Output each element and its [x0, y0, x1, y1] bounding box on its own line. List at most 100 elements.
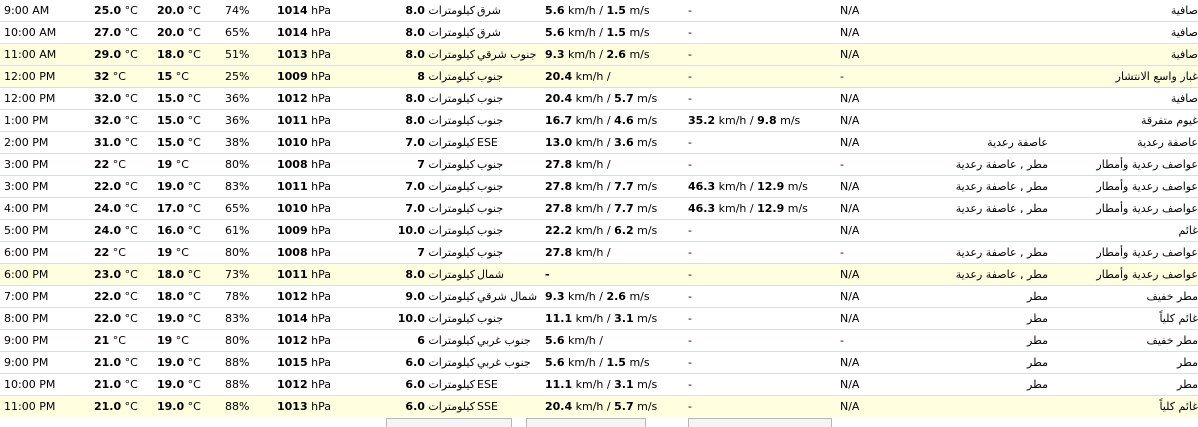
humidity-cell: 73% — [225, 264, 277, 286]
visibility-cell: كيلومترات 8.0 — [367, 0, 475, 22]
wind-speed-cell: 20.4 km/h / 5.7 m/s — [545, 88, 688, 110]
precipitation-cell: N/A — [840, 352, 893, 374]
wind-speed-cell: 27.8 km/h / 7.7 m/s — [545, 176, 688, 198]
humidity-cell: 80% — [225, 330, 277, 352]
humidity-value: 36% — [225, 114, 249, 127]
wind-direction-cell: SSE — [475, 396, 545, 418]
footer-button-1[interactable] — [386, 418, 512, 427]
wind-speed-value: 27.8 — [545, 180, 572, 193]
events-cell — [893, 88, 1048, 110]
footer-button-3[interactable] — [688, 418, 832, 427]
table-row: 3:00 PM22 °C19 °C80%1008 hPaكيلومترات 7ج… — [0, 154, 1198, 176]
wind-speed-ms-value: 5.7 — [614, 92, 634, 105]
footer-button-2[interactable] — [526, 418, 646, 427]
wind-speed-value: 16.7 — [545, 114, 572, 127]
pressure-value: 1012 — [277, 92, 308, 105]
visibility-unit: كيلومترات — [425, 92, 475, 105]
visibility-unit: كيلومترات — [425, 224, 475, 237]
conditions-value: صافية — [1171, 48, 1198, 61]
wind-speed-ms-value: 2.6 — [606, 48, 626, 61]
visibility-unit: كيلومترات — [425, 268, 475, 281]
table-row: 6:00 PM23.0 °C18.0 °C73%1011 hPaكيلومترا… — [0, 264, 1198, 286]
precipitation-cell: N/A — [840, 22, 893, 44]
dew-point-cell: 18.0 °C — [157, 286, 225, 308]
dew-point-cell: 19.0 °C — [157, 308, 225, 330]
table-row: 3:00 PM22.0 °C19.0 °C83%1011 hPaكيلومترا… — [0, 176, 1198, 198]
conditions-cell: عواصف رعدية وأمطار — [1048, 242, 1198, 264]
wind-speed-unit: km/h / — [572, 312, 614, 325]
precipitation-cell: N/A — [840, 374, 893, 396]
temperature-cell: 32 °C — [94, 66, 157, 88]
precipitation-cell: N/A — [840, 220, 893, 242]
temperature-value: 22 — [94, 158, 109, 171]
temperature-value: 32.0 — [94, 92, 121, 105]
temperature-unit: °C — [121, 92, 138, 105]
events-cell: مطر — [893, 308, 1048, 330]
weather-history-table: 9:00 AM25.0 °C20.0 °C74%1014 hPaكيلومترا… — [0, 0, 1198, 417]
dew-point-unit: °C — [184, 180, 201, 193]
temperature-cell: 25.0 °C — [94, 0, 157, 22]
temperature-unit: °C — [121, 114, 138, 127]
temperature-value: 29.0 — [94, 48, 121, 61]
temperature-unit: °C — [121, 136, 138, 149]
visibility-cell: كيلومترات 6.0 — [367, 352, 475, 374]
gust-speed-placeholder: - — [688, 312, 692, 325]
temperature-value: 31.0 — [94, 136, 121, 149]
gust-speed-ms-value: 12.9 — [757, 180, 784, 193]
wind-speed-value: 27.8 — [545, 202, 572, 215]
visibility-cell: كيلومترات 8.0 — [367, 88, 475, 110]
gust-speed-placeholder: - — [688, 246, 692, 259]
wind-direction-cell: شرق — [475, 0, 545, 22]
dew-point-cell: 19 °C — [157, 242, 225, 264]
precipitation-value: N/A — [840, 356, 859, 369]
pressure-value: 1015 — [277, 356, 308, 369]
temperature-unit: °C — [121, 26, 138, 39]
pressure-unit: hPa — [308, 312, 331, 325]
wind-direction-cell: جنوب — [475, 110, 545, 132]
wind-speed-cell: 27.8 km/h / — [545, 242, 688, 264]
visibility-unit: كيلومترات — [425, 180, 475, 193]
visibility-unit: كيلومترات — [425, 26, 475, 39]
humidity-value: 83% — [225, 312, 249, 325]
dew-point-value: 18.0 — [157, 290, 184, 303]
gust-speed-cell: 46.3 km/h / 12.9 m/s — [688, 198, 840, 220]
conditions-value: مطر خفيف — [1146, 334, 1198, 347]
wind-speed-cell: 11.1 km/h / 3.1 m/s — [545, 308, 688, 330]
temperature-unit: °C — [121, 4, 138, 17]
precipitation-cell: - — [840, 154, 893, 176]
pressure-unit: hPa — [308, 378, 331, 391]
visibility-cell: كيلومترات 8.0 — [367, 22, 475, 44]
conditions-value: مطر — [1177, 378, 1198, 391]
temperature-unit: °C — [121, 268, 138, 281]
precipitation-cell: N/A — [840, 286, 893, 308]
visibility-value: 10.0 — [398, 312, 425, 325]
wind-speed-cell: 27.8 km/h / — [545, 154, 688, 176]
temperature-cell: 32.0 °C — [94, 110, 157, 132]
wind-speed-ms-unit: m/s — [634, 378, 658, 391]
wind-direction-value: جنوب — [477, 312, 503, 325]
visibility-unit: كيلومترات — [425, 4, 475, 17]
time-value: 10:00 AM — [4, 26, 56, 39]
dew-point-value: 19.0 — [157, 400, 184, 413]
time-cell: 11:00 PM — [0, 396, 94, 418]
table-row: 12:00 PM32 °C15 °C25%1009 hPaكيلومترات 8… — [0, 66, 1198, 88]
gust-speed-ms-unit: m/s — [784, 202, 808, 215]
pressure-unit: hPa — [308, 48, 331, 61]
events-cell: مطر , عاصفة رعدية — [893, 242, 1048, 264]
temperature-value: 21.0 — [94, 400, 121, 413]
precipitation-cell: - — [840, 66, 893, 88]
wind-speed-ms-unit: m/s — [626, 48, 650, 61]
wind-speed-cell: 20.4 km/h / — [545, 66, 688, 88]
precipitation-cell: N/A — [840, 308, 893, 330]
dew-point-value: 15.0 — [157, 92, 184, 105]
temperature-cell: 29.0 °C — [94, 44, 157, 66]
temperature-value: 23.0 — [94, 268, 121, 281]
humidity-cell: 74% — [225, 0, 277, 22]
dew-point-unit: °C — [184, 356, 201, 369]
wind-speed-value: 20.4 — [545, 400, 572, 413]
visibility-cell: كيلومترات 8.0 — [367, 110, 475, 132]
wind-direction-cell: جنوب — [475, 308, 545, 330]
dew-point-cell: 20.0 °C — [157, 0, 225, 22]
pressure-unit: hPa — [308, 334, 331, 347]
events-cell: مطر — [893, 330, 1048, 352]
